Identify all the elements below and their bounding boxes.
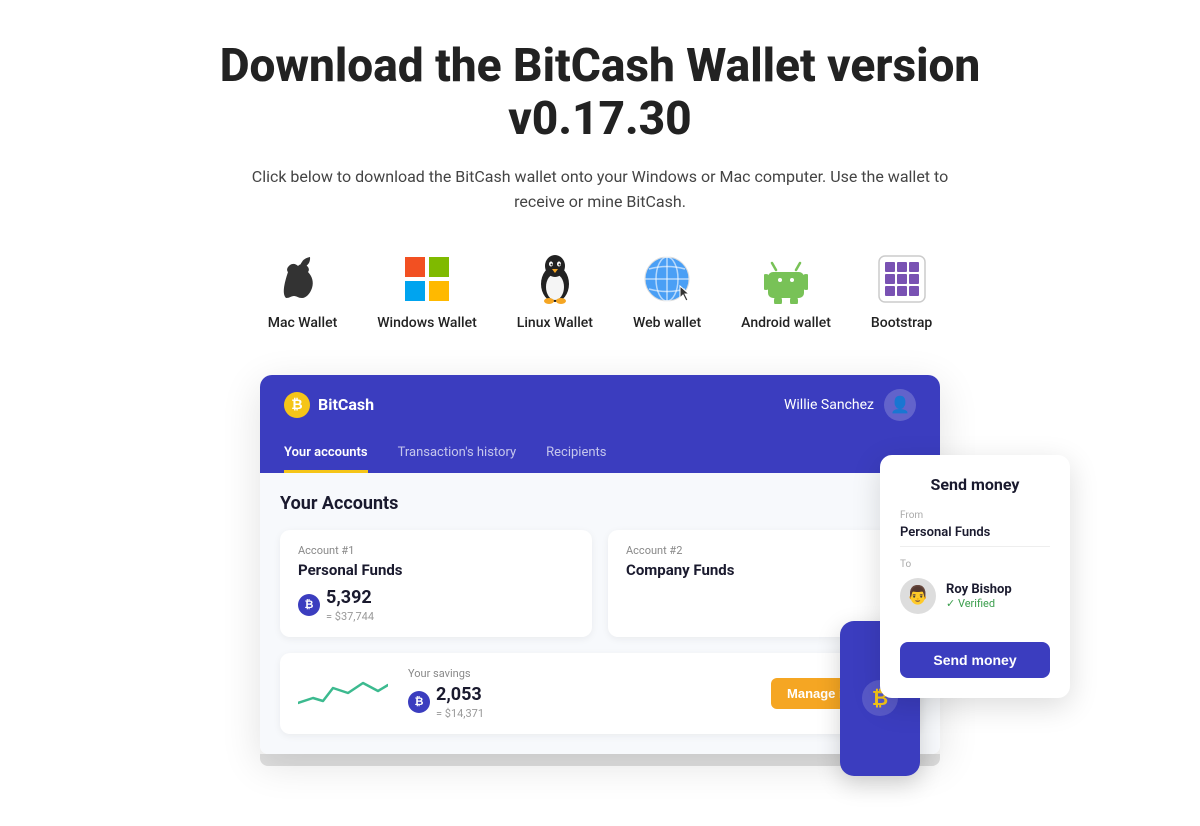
send-money-card: Send money From Personal Funds To 👨 Roy … xyxy=(880,455,1070,698)
from-label: From xyxy=(900,510,1050,521)
page-subtitle: Click below to download the BitCash wall… xyxy=(250,164,950,215)
android-wallet-item[interactable]: Android wallet xyxy=(741,251,831,331)
app-tabs: Your accounts Transaction's history Reci… xyxy=(260,435,940,473)
android-icon xyxy=(758,251,814,307)
app-screen: ₿ BitCash Willie Sanchez 👤 Your accounts… xyxy=(260,375,940,754)
page-title: Download the BitCash Wallet version v0.1… xyxy=(210,40,990,146)
account-1-name: Personal Funds xyxy=(298,561,574,579)
web-wallet-item[interactable]: Web wallet xyxy=(633,251,701,331)
globe-icon xyxy=(639,251,695,307)
app-logo: ₿ BitCash xyxy=(284,392,374,418)
account-2-name: Company Funds xyxy=(626,561,902,579)
savings-coin-badge: ₿ xyxy=(408,691,430,713)
bootstrap-icon xyxy=(874,251,930,307)
savings-chart xyxy=(298,673,388,713)
preview-section: ₿ BitCash Willie Sanchez 👤 Your accounts… xyxy=(150,375,1050,766)
send-from-field: From Personal Funds xyxy=(900,510,1050,547)
recipient-info: Roy Bishop ✓ Verified xyxy=(946,582,1012,610)
linux-wallet-item[interactable]: Linux Wallet xyxy=(517,251,593,331)
recipient-name: Roy Bishop xyxy=(946,582,1012,597)
windows-wallet-item[interactable]: Windows Wallet xyxy=(377,251,477,331)
app-navbar: ₿ BitCash Willie Sanchez 👤 xyxy=(260,375,940,435)
laptop-mockup: ₿ BitCash Willie Sanchez 👤 Your accounts… xyxy=(260,375,940,766)
accounts-title: Your Accounts xyxy=(280,493,920,514)
app-body: Your Accounts Account #1 Personal Funds … xyxy=(260,473,940,754)
web-wallet-label: Web wallet xyxy=(633,315,701,331)
tab-transaction-history[interactable]: Transaction's history xyxy=(398,435,517,473)
savings-usd: = $14,371 xyxy=(436,707,484,720)
laptop-base xyxy=(260,754,940,766)
coin-badge-1: ₿ xyxy=(298,594,320,616)
mac-wallet-item[interactable]: Mac Wallet xyxy=(268,251,338,331)
android-wallet-label: Android wallet xyxy=(741,315,831,331)
tab-your-accounts[interactable]: Your accounts xyxy=(284,435,368,473)
apple-icon xyxy=(274,251,330,307)
account-2-label: Account #2 xyxy=(626,544,902,557)
accounts-grid: Account #1 Personal Funds ₿ 5,392 = $37,… xyxy=(280,530,920,637)
savings-amount: ₿ 2,053 = $14,371 xyxy=(408,684,751,720)
savings-label: Your savings xyxy=(408,667,751,680)
linux-wallet-label: Linux Wallet xyxy=(517,315,593,331)
app-brand-name: BitCash xyxy=(318,395,374,414)
send-to-field: To 👨 Roy Bishop ✓ Verified xyxy=(900,559,1050,614)
windows-wallet-label: Windows Wallet xyxy=(377,315,477,331)
savings-card: Your savings ₿ 2,053 = $14,371 Manage in… xyxy=(280,653,920,734)
to-label: To xyxy=(900,559,1050,570)
logo-coin: ₿ xyxy=(284,392,310,418)
account-card-1: Account #1 Personal Funds ₿ 5,392 = $37,… xyxy=(280,530,592,637)
app-user: Willie Sanchez 👤 xyxy=(784,389,916,421)
verified-badge: ✓ Verified xyxy=(946,597,1012,610)
account-1-label: Account #1 xyxy=(298,544,574,557)
user-avatar-icon: 👤 xyxy=(884,389,916,421)
laptop-screen-container: ₿ BitCash Willie Sanchez 👤 Your accounts… xyxy=(260,375,940,754)
mac-wallet-label: Mac Wallet xyxy=(268,315,338,331)
recipient-avatar: 👨 xyxy=(900,578,936,614)
recipient-row: 👨 Roy Bishop ✓ Verified xyxy=(900,578,1050,614)
savings-value: 2,053 xyxy=(436,684,484,705)
user-name: Willie Sanchez xyxy=(784,397,874,413)
bootstrap-wallet-label: Bootstrap xyxy=(871,315,932,331)
account-1-amount: ₿ 5,392 = $37,744 xyxy=(298,587,574,623)
account-1-value: 5,392 xyxy=(326,587,374,608)
send-money-title: Send money xyxy=(900,475,1050,494)
wallet-icons-row: Mac Wallet Windows Wallet xyxy=(268,251,933,331)
linux-icon xyxy=(527,251,583,307)
windows-icon xyxy=(399,251,455,307)
send-money-button[interactable]: Send money xyxy=(900,642,1050,678)
bootstrap-wallet-item[interactable]: Bootstrap xyxy=(871,251,932,331)
savings-info: Your savings ₿ 2,053 = $14,371 xyxy=(408,667,751,720)
from-value: Personal Funds xyxy=(900,525,1050,547)
account-1-usd: = $37,744 xyxy=(326,610,374,623)
tab-recipients[interactable]: Recipients xyxy=(546,435,606,473)
